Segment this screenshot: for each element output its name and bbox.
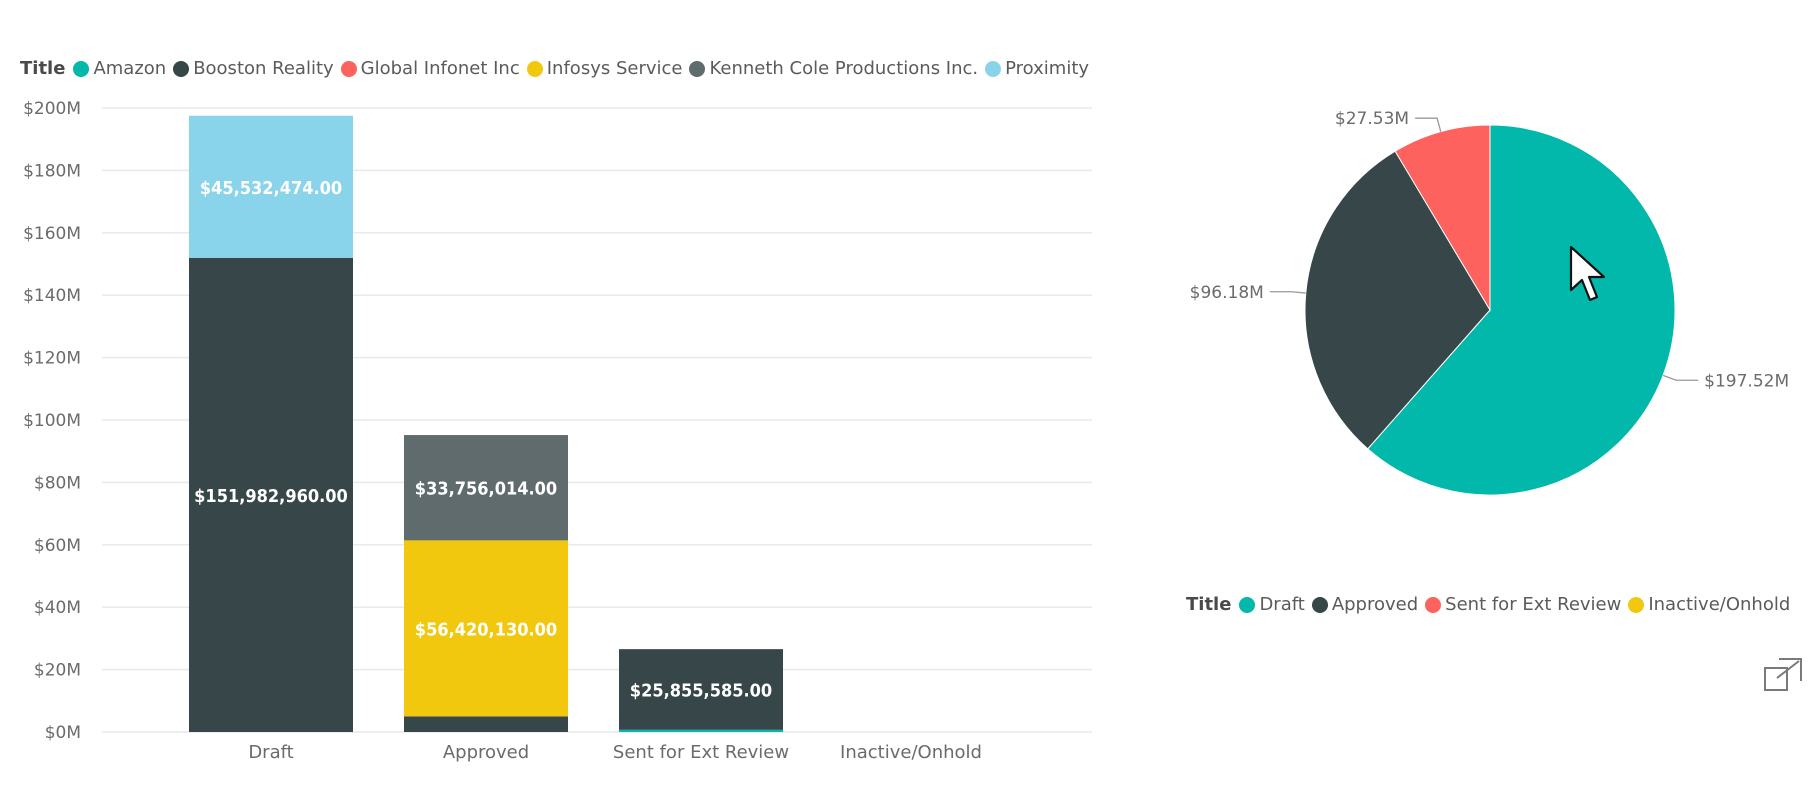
pie-plot: $197.52M $96.18M $27.53M — [1190, 109, 1789, 496]
charts-canvas: $0M $20M $40M $60M $80M $100M $120M $140M $160M $… — [23, 99, 1789, 763]
y-tick-label: $80M — [34, 473, 81, 493]
y-tick-label: $20M — [34, 661, 81, 681]
pie-data-label: $197.52M — [1704, 371, 1789, 391]
x-category-label: Sent for Ext Review — [613, 742, 789, 763]
bar-data-label: $151,982,960.00 — [194, 486, 348, 507]
bar-segment-amazon-sent-for-ext-review[interactable] — [619, 729, 783, 732]
y-tick-label: $60M — [34, 536, 81, 556]
y-tick-label: $0M — [45, 723, 81, 743]
bar-plot: $151,982,960.00 $45,532,474.00 Draft $56,42… — [189, 115, 982, 763]
bar-data-label: $25,855,585.00 — [630, 680, 772, 701]
pie-data-label: $96.18M — [1190, 283, 1264, 303]
x-category-label: Approved — [443, 742, 529, 763]
focus-mode-glyph — [1764, 658, 1802, 691]
x-category-label: Inactive/Onhold — [840, 742, 982, 763]
bar-data-label: $56,420,130.00 — [415, 619, 557, 640]
x-category-label: Draft — [248, 742, 293, 763]
y-tick-label: $160M — [23, 224, 81, 244]
pie-leader-line — [1415, 117, 1442, 132]
y-tick-label: $140M — [23, 286, 81, 306]
bar-data-label: $45,532,474.00 — [200, 178, 342, 199]
y-tick-label: $120M — [23, 349, 81, 369]
pie-leader-line — [1269, 291, 1306, 294]
bar-data-label: $33,756,014.00 — [415, 479, 557, 500]
focus-mode-icon[interactable] — [1764, 658, 1802, 692]
bar-segment-booston-reality-approved[interactable] — [404, 716, 568, 732]
y-tick-label: $100M — [23, 411, 81, 431]
pie-data-label: $27.53M — [1335, 109, 1409, 129]
y-tick-label: $40M — [34, 598, 81, 618]
y-tick-label: $180M — [23, 161, 81, 181]
y-tick-label: $200M — [23, 99, 81, 119]
pie-leader-line — [1662, 374, 1699, 381]
